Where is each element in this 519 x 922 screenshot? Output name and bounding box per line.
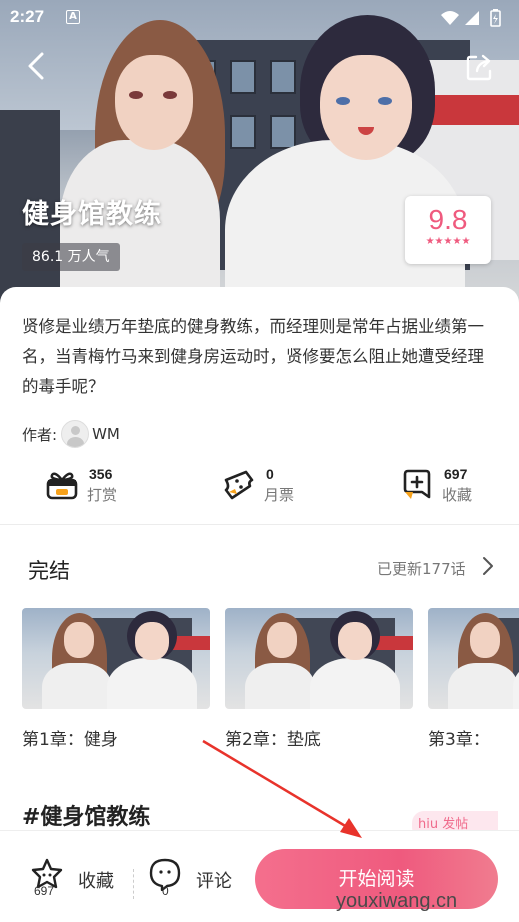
bookmark-add-icon bbox=[403, 469, 431, 499]
reward-count: 356 bbox=[89, 466, 113, 482]
signal-icon bbox=[465, 11, 479, 25]
status-bar: 2:27 A bbox=[0, 0, 519, 34]
popularity-tag: 86.1 万人气 bbox=[22, 243, 120, 271]
notification-icon: A bbox=[66, 10, 80, 24]
stats-row: 356 打赏 0 月票 697 收藏 bbox=[0, 464, 519, 514]
comment-button-label: 评论 bbox=[196, 871, 232, 892]
author-label: 作者: bbox=[22, 425, 58, 444]
system-icons bbox=[439, 9, 509, 31]
gift-icon bbox=[46, 472, 78, 500]
chevron-right-icon[interactable] bbox=[482, 556, 494, 576]
rating-card: 9.8 ★★★★★ bbox=[405, 196, 491, 264]
share-icon bbox=[466, 54, 492, 81]
author-avatar bbox=[61, 420, 90, 448]
back-button[interactable] bbox=[22, 50, 50, 82]
chapter-list[interactable]: 第1章：健身 第2章：垫底 第3章： bbox=[22, 608, 519, 758]
topic-tag-title[interactable]: #健身馆教练 bbox=[22, 799, 150, 831]
section-divider bbox=[0, 524, 519, 525]
monthly-ticket-label: 月票 bbox=[264, 486, 295, 504]
chapter-item[interactable]: 第2章：垫底 bbox=[225, 608, 413, 750]
chapter-thumbnail bbox=[428, 608, 519, 709]
chapter-name: 第1章：健身 bbox=[22, 730, 118, 750]
monthly-ticket-count: 0 bbox=[266, 466, 274, 482]
chapter-thumbnail bbox=[22, 608, 210, 709]
rating-score: 9.8 bbox=[428, 204, 468, 235]
chapter-name: 第3章： bbox=[428, 730, 490, 750]
reward-label: 打赏 bbox=[87, 486, 118, 504]
chapter-item[interactable]: 第3章： bbox=[428, 608, 519, 750]
comic-description: 贤修是业绩万年垫底的健身教练，而经理则是常年占据业绩第一名，当青梅竹马来到健身房… bbox=[22, 317, 484, 396]
cover-character-right-face bbox=[320, 55, 412, 160]
author-name: WM bbox=[92, 425, 120, 443]
cover-banner bbox=[0, 0, 519, 320]
chapter-name: 第2章：垫底 bbox=[225, 730, 321, 750]
ticket-icon bbox=[224, 470, 254, 500]
wifi-icon bbox=[441, 11, 459, 25]
rating-stars-icon: ★★★★★ bbox=[425, 236, 471, 247]
comment-count-badge: 0 bbox=[162, 884, 169, 898]
share-button[interactable] bbox=[464, 52, 494, 82]
status-time: 2:27 bbox=[10, 7, 45, 26]
bottom-divider bbox=[133, 869, 134, 899]
updated-count-link[interactable]: 已更新177话 bbox=[377, 558, 466, 579]
favorite-button-label: 收藏 bbox=[78, 871, 114, 892]
comic-title: 健身馆教练 bbox=[22, 199, 162, 230]
chevron-left-icon bbox=[28, 52, 44, 80]
series-status: 完结 bbox=[28, 559, 70, 583]
chapter-item[interactable]: 第1章：健身 bbox=[22, 608, 210, 750]
favorite-count: 697 bbox=[444, 466, 468, 482]
favorite-label: 收藏 bbox=[442, 486, 473, 504]
detail-card: 贤修是业绩万年垫底的健身教练，而经理则是常年占据业绩第一名，当青梅竹马来到健身房… bbox=[0, 287, 519, 922]
author-row[interactable]: 作者: WM bbox=[22, 419, 120, 449]
battery-icon bbox=[490, 9, 501, 27]
favorite-count-badge: 697 bbox=[34, 884, 55, 898]
chapter-thumbnail bbox=[225, 608, 413, 709]
cover-character-left-face bbox=[115, 55, 193, 150]
watermark: youxiwang.cn bbox=[336, 890, 458, 912]
